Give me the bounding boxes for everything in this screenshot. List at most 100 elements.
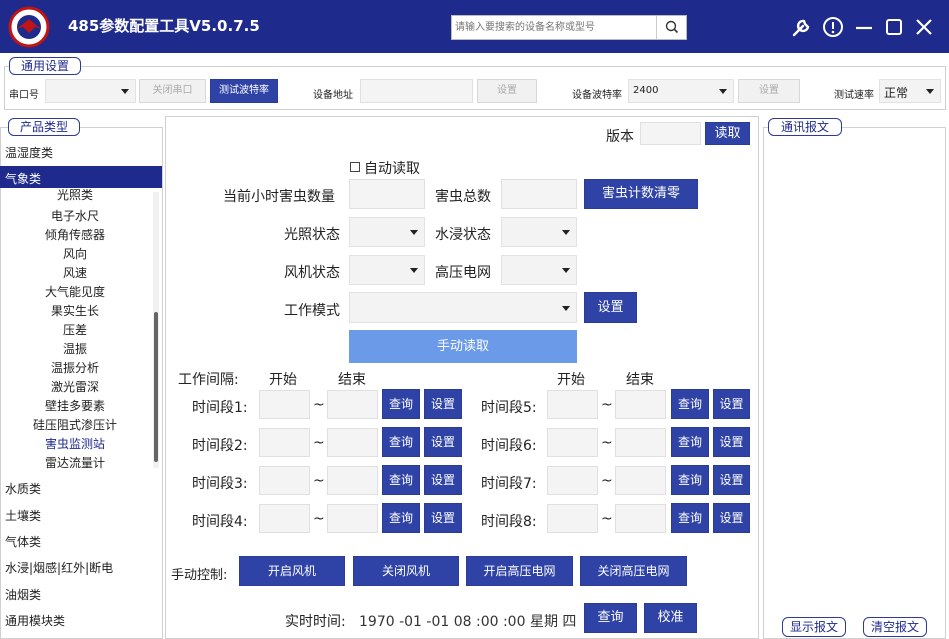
- period-query-button[interactable]: 查询: [671, 389, 709, 419]
- period-end-input[interactable]: [615, 466, 666, 495]
- subcategory-item[interactable]: 风向: [0, 245, 150, 262]
- hour-pest-input[interactable]: [349, 179, 425, 209]
- period-end-input[interactable]: [327, 504, 378, 533]
- chevron-down-icon: [562, 230, 570, 235]
- period-set-button[interactable]: 设置: [424, 389, 462, 419]
- subcategory-item[interactable]: 大气能见度: [0, 283, 150, 300]
- fan-status-select[interactable]: [349, 255, 425, 285]
- close-icon[interactable]: [911, 14, 937, 40]
- period-start-input[interactable]: [259, 428, 310, 457]
- subcategory-item[interactable]: 光照类: [0, 189, 150, 203]
- hv-on-button[interactable]: 开启高压电网: [466, 556, 573, 586]
- period-set-button[interactable]: 设置: [713, 465, 750, 495]
- category-item[interactable]: 通用模块类: [5, 612, 65, 629]
- period-end-input[interactable]: [615, 390, 666, 419]
- period-query-button[interactable]: 查询: [671, 427, 709, 457]
- period-end-input[interactable]: [327, 390, 378, 419]
- period-set-button[interactable]: 设置: [713, 427, 750, 457]
- clear-message-button[interactable]: 清空报文: [863, 617, 927, 637]
- maximize-icon[interactable]: [881, 14, 907, 40]
- category-item[interactable]: 水质类: [5, 480, 41, 497]
- period-query-button[interactable]: 查询: [382, 427, 420, 457]
- set-mode-button[interactable]: 设置: [584, 292, 637, 323]
- fan-off-button[interactable]: 关闭风机: [353, 556, 459, 586]
- device-baud-select[interactable]: 2400: [628, 79, 734, 103]
- category-item-selected[interactable]: 气象类: [5, 170, 41, 187]
- comm-message-log[interactable]: [766, 140, 943, 613]
- manual-read-button[interactable]: 手动读取: [349, 330, 577, 363]
- period-end-input[interactable]: [615, 504, 666, 533]
- subcategory-item[interactable]: 压差: [0, 321, 150, 338]
- period-start-input[interactable]: [547, 390, 598, 419]
- auto-read-checkbox[interactable]: [350, 162, 360, 172]
- period-query-button[interactable]: 查询: [382, 389, 420, 419]
- period-set-button[interactable]: 设置: [424, 465, 462, 495]
- period-start-input[interactable]: [259, 390, 310, 419]
- realtime-query-button[interactable]: 查询: [584, 603, 637, 633]
- hv-grid-select[interactable]: [501, 255, 577, 285]
- period-set-button[interactable]: 设置: [713, 389, 750, 419]
- period-end-input[interactable]: [327, 466, 378, 495]
- fan-on-button[interactable]: 开启风机: [239, 556, 345, 586]
- minimize-icon[interactable]: [851, 14, 877, 40]
- category-item[interactable]: 温湿度类: [5, 144, 53, 161]
- subcategory-item[interactable]: 温振分析: [0, 359, 150, 376]
- fan-status-label: 风机状态: [284, 265, 340, 281]
- period-end-input[interactable]: [327, 428, 378, 457]
- light-status-select[interactable]: [349, 217, 425, 247]
- period-set-button[interactable]: 设置: [424, 503, 462, 533]
- period-start-input[interactable]: [259, 504, 310, 533]
- show-message-button[interactable]: 显示报文: [782, 617, 846, 637]
- set-address-button[interactable]: 设置: [477, 79, 537, 103]
- period-start-input[interactable]: [259, 466, 310, 495]
- period-query-button[interactable]: 查询: [671, 465, 709, 495]
- period-end-input[interactable]: [615, 428, 666, 457]
- subcategory-item[interactable]: 硅压阻式渗压计: [0, 416, 150, 433]
- subcategory-item-selected[interactable]: 害虫监测站: [0, 435, 150, 452]
- subcategory-item[interactable]: 温振: [0, 340, 150, 357]
- port-select[interactable]: [45, 79, 136, 103]
- category-item[interactable]: 土壤类: [5, 507, 41, 524]
- period-query-button[interactable]: 查询: [382, 503, 420, 533]
- search-button[interactable]: [656, 16, 686, 39]
- subcategory-item[interactable]: 倾角传感器: [0, 226, 150, 243]
- chevron-down-icon: [410, 268, 418, 273]
- test-speed-select[interactable]: 正常: [879, 79, 941, 103]
- period-start-input[interactable]: [547, 466, 598, 495]
- info-icon[interactable]: [820, 14, 846, 40]
- subcategory-scrollbar-thumb[interactable]: [154, 312, 158, 462]
- subcategory-list: 光照类 电子水尺 倾角传感器 风向 风速 大气能见度 果实生长 压差 温振 温振…: [0, 189, 162, 471]
- work-mode-select[interactable]: [349, 292, 577, 323]
- subcategory-item[interactable]: 风速: [0, 264, 150, 281]
- subcategory-item[interactable]: 壁挂多要素: [0, 397, 150, 414]
- realtime-calibrate-button[interactable]: 校准: [644, 603, 697, 633]
- period-query-button[interactable]: 查询: [671, 503, 709, 533]
- category-item[interactable]: 水浸|烟感|红外|断电: [5, 559, 113, 576]
- period-set-button[interactable]: 设置: [424, 427, 462, 457]
- period-start-input[interactable]: [547, 428, 598, 457]
- period-query-button[interactable]: 查询: [382, 465, 420, 495]
- test-baud-button[interactable]: 测试波特率: [210, 79, 278, 103]
- period-label: 时间段8:: [481, 514, 537, 530]
- subcategory-item[interactable]: 电子水尺: [0, 207, 150, 224]
- category-item[interactable]: 油烟类: [5, 586, 41, 603]
- total-pest-input[interactable]: [501, 179, 577, 209]
- wrench-icon[interactable]: [789, 14, 815, 40]
- device-address-input[interactable]: [360, 79, 473, 103]
- version-input[interactable]: [640, 122, 701, 145]
- search-input[interactable]: [452, 16, 657, 39]
- subcategory-item[interactable]: 雷达流量计: [0, 454, 150, 471]
- work-interval-label: 工作间隔:: [178, 372, 239, 388]
- set-baud-button[interactable]: 设置: [738, 79, 800, 103]
- category-item[interactable]: 气体类: [5, 533, 41, 550]
- manual-control-label: 手动控制:: [171, 568, 228, 583]
- read-version-button[interactable]: 读取: [705, 122, 750, 145]
- subcategory-item[interactable]: 激光雷深: [0, 378, 150, 395]
- period-set-button[interactable]: 设置: [713, 503, 750, 533]
- water-status-select[interactable]: [501, 217, 577, 247]
- close-port-button[interactable]: 关闭串口: [139, 79, 206, 103]
- clear-pest-count-button[interactable]: 害虫计数清零: [584, 179, 698, 209]
- hv-off-button[interactable]: 关闭高压电网: [580, 556, 687, 586]
- subcategory-item[interactable]: 果实生长: [0, 302, 150, 319]
- period-start-input[interactable]: [547, 504, 598, 533]
